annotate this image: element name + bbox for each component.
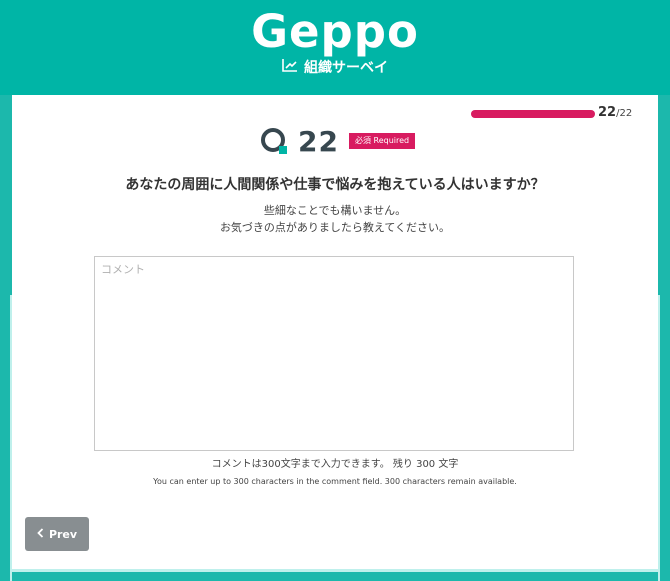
progress-current: 22 (598, 105, 617, 120)
progress-fill (471, 110, 595, 118)
progress-total: /22 (616, 108, 633, 119)
question-hint: 些細なことでも構いません。 お気づきの点がありましたら教えてください。 (12, 202, 658, 236)
comment-limit-en: You can enter up to 300 characters in th… (153, 477, 517, 486)
question-number-row: 22 必須 Required (260, 123, 416, 159)
hint-line-1: 些細なことでも構いません。 (263, 204, 407, 217)
question-q-icon (260, 126, 290, 156)
subtitle-label: 組織サーベイ (304, 60, 388, 76)
chevron-left-icon (37, 527, 44, 541)
question-text: あなたの周囲に人間関係や仕事で悩みを抱えている人はいますか？ (125, 177, 545, 193)
prev-button[interactable]: Prev (25, 517, 89, 551)
right-edge-strip (658, 295, 660, 581)
question-card: 22/22 22 必須 Required あなたの周囲に人間関係や仕事で悩みを抱… (12, 95, 658, 569)
required-badge: 必須 Required (348, 133, 416, 149)
hint-line-2: お気づきの点がありましたら教えてください。 (219, 221, 451, 234)
prev-label: Prev (48, 527, 78, 541)
progress-bar (471, 110, 595, 118)
comment-limit-ja: コメントは300文字まで入力できます。 残り 300 文字 (211, 459, 459, 470)
bottom-edge-strip (12, 569, 658, 572)
question-number: 22 (298, 124, 339, 158)
header-bar: Geppo 組織サーベイ (0, 0, 670, 95)
geppo-logo: Geppo (251, 5, 419, 58)
survey-subtitle: 組織サーベイ (0, 58, 670, 78)
chart-icon (282, 58, 298, 78)
progress-counter: 22/22 (598, 105, 632, 120)
comment-textarea[interactable] (94, 256, 574, 451)
